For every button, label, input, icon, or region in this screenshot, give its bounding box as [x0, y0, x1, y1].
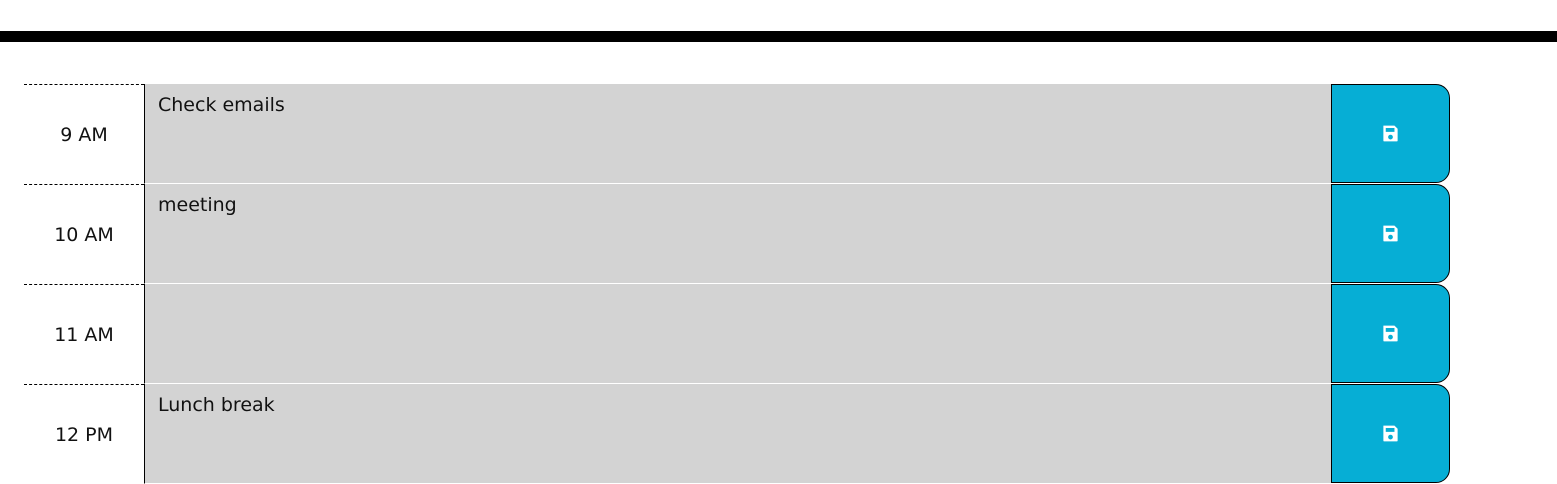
save-button[interactable] — [1331, 384, 1450, 483]
header-divider — [0, 31, 1557, 42]
time-block-row: 10 AM meeting — [24, 184, 1450, 284]
hour-label: 12 PM — [24, 384, 144, 484]
save-button[interactable] — [1331, 284, 1450, 383]
save-button[interactable] — [1331, 84, 1450, 183]
schedule-container: 9 AM Check emails 10 AM meeting 11 AM 12… — [24, 84, 1450, 484]
time-block-row: 12 PM Lunch break — [24, 384, 1450, 484]
floppy-disk-icon — [1381, 424, 1400, 443]
time-block-row: 9 AM Check emails — [24, 84, 1450, 184]
floppy-disk-icon — [1381, 224, 1400, 243]
event-description-textarea[interactable]: meeting — [144, 184, 1331, 284]
floppy-disk-icon — [1381, 124, 1400, 143]
event-description-textarea[interactable] — [144, 284, 1331, 384]
save-button[interactable] — [1331, 184, 1450, 283]
hour-label: 10 AM — [24, 184, 144, 284]
time-block-row: 11 AM — [24, 284, 1450, 384]
event-description-textarea[interactable]: Check emails — [144, 84, 1331, 184]
event-description-textarea[interactable]: Lunch break — [144, 384, 1331, 484]
hour-label: 9 AM — [24, 84, 144, 184]
floppy-disk-icon — [1381, 324, 1400, 343]
hour-label: 11 AM — [24, 284, 144, 384]
